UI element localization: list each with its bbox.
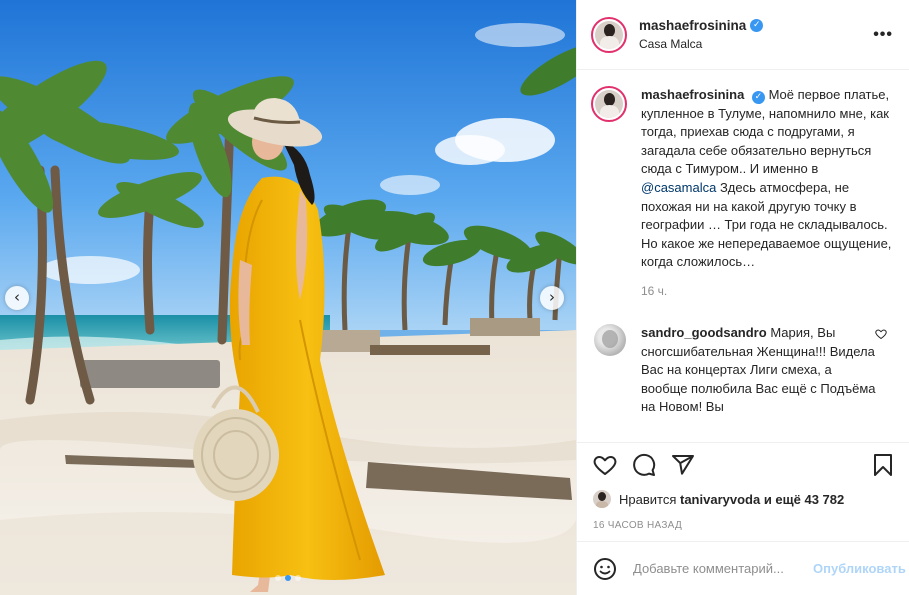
liker-avatar[interactable] bbox=[593, 490, 611, 508]
post-location[interactable]: Casa Malca bbox=[639, 37, 871, 51]
carousel-dots bbox=[0, 575, 576, 581]
verified-badge-icon: ✓ bbox=[750, 19, 764, 32]
caption-time: 16 ч. bbox=[641, 283, 668, 298]
likes-row: Нравится tanivaryvoda и ещё 43 782 bbox=[577, 486, 909, 512]
author-username[interactable]: mashaefrosinina bbox=[639, 18, 746, 33]
caption-row: mashaefrosinina ✓ Моё первое платье, куп… bbox=[591, 86, 895, 272]
comment-text: sandro_goodsandro Мария, Вы сногсшибател… bbox=[641, 324, 881, 417]
heart-icon[interactable] bbox=[593, 453, 617, 477]
comment-row: sandro_goodsandro Мария, Вы сногсшибател… bbox=[591, 323, 895, 417]
publish-button[interactable]: Опубликовать bbox=[813, 561, 906, 576]
caption-avatar[interactable] bbox=[591, 86, 627, 122]
carousel-next-button[interactable]: › bbox=[540, 286, 564, 310]
more-options-icon[interactable]: ••• bbox=[871, 26, 895, 44]
post-photo[interactable]: ‹ › bbox=[0, 0, 576, 595]
comment-icon[interactable] bbox=[632, 453, 656, 477]
post-header: mashaefrosinina ✓ Casa Malca ••• bbox=[577, 0, 909, 70]
carousel-dot bbox=[295, 575, 301, 581]
emoji-icon[interactable] bbox=[593, 557, 617, 581]
carousel-dot bbox=[275, 575, 281, 581]
post-side-panel: mashaefrosinina ✓ Casa Malca ••• mashaef… bbox=[576, 0, 909, 595]
caption-username[interactable]: mashaefrosinina bbox=[641, 87, 744, 102]
likes-count[interactable]: и ещё 43 782 bbox=[764, 492, 844, 507]
verified-badge-icon: ✓ bbox=[751, 91, 765, 104]
carousel-prev-button[interactable]: ‹ bbox=[5, 286, 29, 310]
share-icon[interactable] bbox=[671, 453, 695, 477]
commenter-username[interactable]: sandro_goodsandro bbox=[641, 325, 767, 340]
author-avatar[interactable] bbox=[591, 16, 627, 53]
likes-prefix: Нравится bbox=[619, 491, 677, 507]
carousel-dot-active bbox=[285, 575, 291, 581]
add-comment-bar: Опубликовать bbox=[577, 541, 909, 595]
action-bar bbox=[577, 442, 909, 486]
caption-mention[interactable]: @casamalca bbox=[641, 180, 716, 195]
comment-input[interactable] bbox=[633, 561, 809, 576]
commenter-avatar[interactable] bbox=[594, 323, 626, 356]
caption-text: mashaefrosinina ✓ Моё первое платье, куп… bbox=[641, 86, 895, 272]
instagram-post: ‹ › mashaefrosinina ✓ Casa Malca ••• mas… bbox=[0, 0, 909, 595]
bookmark-icon[interactable] bbox=[871, 453, 895, 477]
comments-section[interactable]: mashaefrosinina ✓ Моё первое платье, куп… bbox=[577, 70, 909, 442]
liker-username[interactable]: tanivaryvoda bbox=[680, 492, 760, 507]
comment-like-heart-icon[interactable] bbox=[875, 328, 887, 343]
beach-photo bbox=[0, 0, 576, 595]
